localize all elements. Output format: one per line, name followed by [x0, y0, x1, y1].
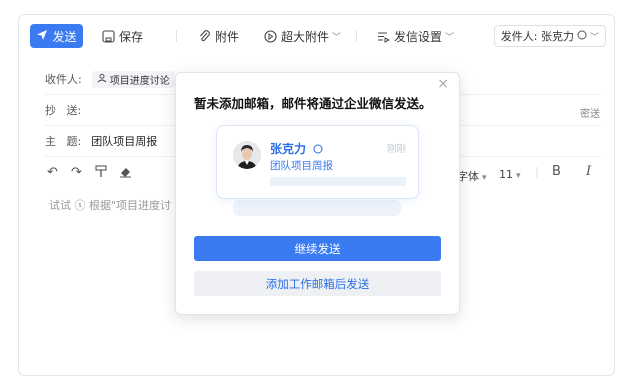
send-via-wecom-dialog: × 暂未添加邮箱，邮件将通过企业微信发送。 张克力 刚刚 团队项目周报 继续发送…	[175, 72, 460, 315]
add-work-email-button[interactable]: 添加工作邮箱后发送	[194, 271, 441, 296]
avatar	[233, 141, 261, 169]
chat-bubble-icon	[313, 143, 323, 157]
mail-preview-card: 张克力 刚刚 团队项目周报	[216, 125, 419, 199]
continue-send-button[interactable]: 继续发送	[194, 236, 441, 261]
card-sender-name: 张克力	[270, 140, 323, 157]
card-placeholder-bar	[270, 177, 406, 186]
dialog-title: 暂未添加邮箱，邮件将通过企业微信发送。	[194, 96, 432, 111]
card-subject: 团队项目周报	[270, 160, 333, 172]
dialog-overlay: × 暂未添加邮箱，邮件将通过企业微信发送。 张克力 刚刚 团队项目周报 继续发送…	[0, 0, 627, 389]
card-stack-shadow	[233, 200, 401, 216]
close-icon[interactable]: ×	[437, 76, 449, 92]
card-sender-name-text: 张克力	[270, 142, 307, 156]
card-time: 刚刚	[386, 144, 406, 155]
